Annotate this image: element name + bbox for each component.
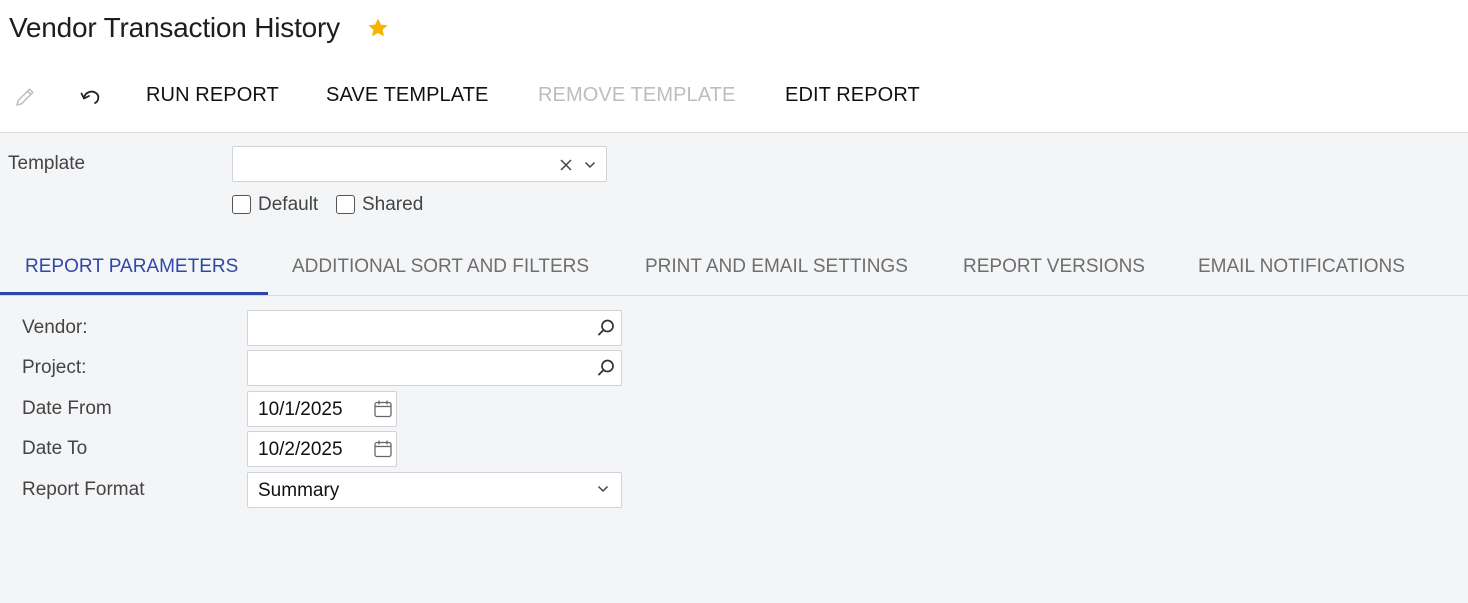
tab-report-parameters[interactable]: REPORT PARAMETERS xyxy=(25,256,238,278)
tab-print-and-email-settings[interactable]: PRINT AND EMAIL SETTINGS xyxy=(645,256,908,278)
date-to-label: Date To xyxy=(22,438,88,459)
active-tab-indicator xyxy=(0,292,268,295)
shared-checkbox[interactable] xyxy=(336,195,355,214)
tab-additional-sort-and-filters[interactable]: ADDITIONAL SORT AND FILTERS xyxy=(292,256,589,278)
calendar-icon[interactable] xyxy=(373,399,393,419)
save-template-button[interactable]: SAVE TEMPLATE xyxy=(326,84,488,107)
date-to-value: 10/2/2025 xyxy=(258,439,343,460)
search-icon[interactable] xyxy=(596,358,616,378)
report-format-label: Report Format xyxy=(22,479,145,500)
close-icon[interactable] xyxy=(559,158,573,172)
search-icon[interactable] xyxy=(596,318,616,338)
undo-icon[interactable] xyxy=(78,84,104,110)
tab-bar: REPORT PARAMETERS ADDITIONAL SORT AND FI… xyxy=(0,240,1468,296)
vendor-label: Vendor: xyxy=(22,317,88,338)
page-header: Vendor Transaction History RUN REPORT SA… xyxy=(0,0,1468,133)
chevron-down-icon[interactable] xyxy=(596,482,610,496)
pencil-icon[interactable] xyxy=(12,84,38,110)
tab-email-notifications[interactable]: EMAIL NOTIFICATIONS xyxy=(1198,256,1405,278)
default-checkbox-label: Default xyxy=(258,194,319,215)
page-title: Vendor Transaction History xyxy=(9,12,340,43)
report-format-select[interactable]: Summary xyxy=(247,472,622,508)
default-checkbox[interactable] xyxy=(232,195,251,214)
run-report-button[interactable]: RUN REPORT xyxy=(146,84,279,107)
shared-checkbox-label: Shared xyxy=(362,194,424,215)
star-icon[interactable] xyxy=(366,16,390,40)
date-to-field[interactable]: 10/2/2025 xyxy=(247,431,397,467)
vendor-field[interactable] xyxy=(247,310,622,346)
report-format-value: Summary xyxy=(258,480,340,501)
date-from-value: 10/1/2025 xyxy=(258,399,343,420)
remove-template-button[interactable]: REMOVE TEMPLATE xyxy=(538,84,735,107)
edit-report-button[interactable]: EDIT REPORT xyxy=(785,84,920,107)
date-from-label: Date From xyxy=(22,398,112,419)
date-from-field[interactable]: 10/1/2025 xyxy=(247,391,397,427)
chevron-down-icon[interactable] xyxy=(583,158,597,172)
project-label: Project: xyxy=(22,357,87,378)
calendar-icon[interactable] xyxy=(373,439,393,459)
template-label: Template xyxy=(8,153,86,174)
template-select[interactable] xyxy=(232,146,607,182)
tab-report-versions[interactable]: REPORT VERSIONS xyxy=(963,256,1145,278)
project-field[interactable] xyxy=(247,350,622,386)
